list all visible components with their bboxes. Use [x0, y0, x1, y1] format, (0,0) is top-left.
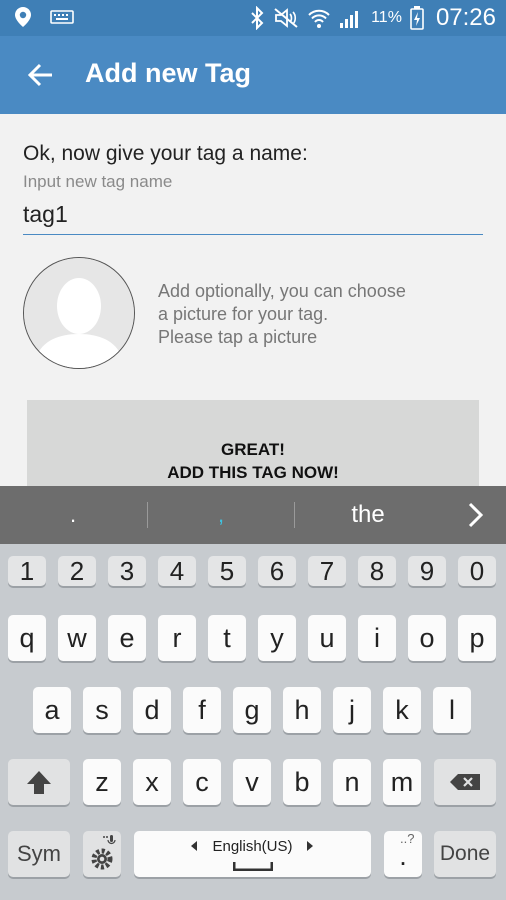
battery-charging-icon: [410, 6, 424, 30]
period-label: .: [399, 841, 407, 871]
key-0[interactable]: 0: [458, 556, 496, 586]
battery-percent: 11%: [371, 9, 402, 26]
wifi-icon: [308, 9, 330, 28]
suggestion-item[interactable]: the: [295, 486, 441, 544]
key-h[interactable]: h: [283, 687, 321, 733]
key-2[interactable]: 2: [58, 556, 96, 586]
key-y[interactable]: y: [258, 615, 296, 661]
key-l[interactable]: l: [433, 687, 471, 733]
settings-key[interactable]: [83, 831, 121, 877]
key-o[interactable]: o: [408, 615, 446, 661]
space-bar-icon: [233, 862, 273, 871]
shift-arrow-icon: [27, 771, 51, 794]
period-key[interactable]: ..? .: [384, 831, 422, 877]
key-n[interactable]: n: [333, 759, 371, 805]
suggestion-item[interactable]: ,: [148, 486, 294, 544]
key-c[interactable]: c: [183, 759, 221, 805]
keyboard-notification-icon: [50, 10, 74, 24]
add-tag-form: Ok, now give your tag a name: Input new …: [0, 114, 506, 486]
clock: 07:26: [435, 4, 496, 31]
key-g[interactable]: g: [233, 687, 271, 733]
language-right-arrow-icon: [307, 841, 313, 851]
key-q[interactable]: q: [8, 615, 46, 661]
key-r[interactable]: r: [158, 615, 196, 661]
key-u[interactable]: u: [308, 615, 346, 661]
mute-icon: [274, 8, 298, 28]
space-key[interactable]: English(US): [134, 831, 371, 877]
key-s[interactable]: s: [83, 687, 121, 733]
key-8[interactable]: 8: [358, 556, 396, 586]
key-i[interactable]: i: [358, 615, 396, 661]
backspace-icon: [450, 774, 480, 790]
gear-icon: [91, 835, 116, 870]
done-key[interactable]: Done: [434, 831, 496, 877]
add-tag-button[interactable]: GREAT! ADD THIS TAG NOW!: [27, 400, 479, 486]
key-w[interactable]: w: [58, 615, 96, 661]
key-z[interactable]: z: [83, 759, 121, 805]
picture-text-line: Please tap a picture: [158, 327, 318, 347]
key-9[interactable]: 9: [408, 556, 446, 586]
app-bar: Add new Tag: [0, 36, 506, 114]
key-d[interactable]: d: [133, 687, 171, 733]
key-e[interactable]: e: [108, 615, 146, 661]
suggestion-item[interactable]: .: [0, 486, 146, 544]
name-prompt: Ok, now give your tag a name:: [23, 142, 308, 165]
key-j[interactable]: j: [333, 687, 371, 733]
on-screen-keyboard: 1 2 3 4 5 6 7 8 9 0 q w e r t y u i o p …: [0, 544, 506, 900]
picture-text-line: a picture for your tag.: [158, 304, 329, 324]
location-pin-icon: [15, 7, 31, 27]
key-v[interactable]: v: [233, 759, 271, 805]
key-p[interactable]: p: [458, 615, 496, 661]
language-label: English(US): [212, 838, 293, 855]
tag-name-input[interactable]: tag1: [23, 198, 483, 235]
add-button-line: ADD THIS TAG NOW!: [167, 463, 339, 482]
key-5[interactable]: 5: [208, 556, 246, 586]
key-6[interactable]: 6: [258, 556, 296, 586]
key-x[interactable]: x: [133, 759, 171, 805]
back-arrow-icon[interactable]: [26, 60, 56, 90]
add-button-line: GREAT!: [221, 440, 285, 459]
suggestion-bar: . , the: [0, 486, 506, 544]
backspace-key[interactable]: [434, 759, 496, 805]
sym-key[interactable]: Sym: [8, 831, 70, 877]
bluetooth-icon: [251, 6, 264, 30]
status-bar: 11% 07:26: [0, 0, 506, 36]
page-title: Add new Tag: [85, 58, 251, 88]
signal-icon: [340, 11, 359, 28]
key-f[interactable]: f: [183, 687, 221, 733]
person-placeholder-icon: [24, 258, 134, 368]
key-4[interactable]: 4: [158, 556, 196, 586]
chevron-right-icon[interactable]: [460, 499, 492, 531]
key-k[interactable]: k: [383, 687, 421, 733]
key-b[interactable]: b: [283, 759, 321, 805]
shift-key[interactable]: [8, 759, 70, 805]
key-a[interactable]: a: [33, 687, 71, 733]
key-7[interactable]: 7: [308, 556, 346, 586]
key-t[interactable]: t: [208, 615, 246, 661]
tag-picture-picker[interactable]: [23, 257, 135, 369]
key-3[interactable]: 3: [108, 556, 146, 586]
key-m[interactable]: m: [383, 759, 421, 805]
picture-instructions: Add optionally, you can choose a picture…: [158, 280, 458, 349]
picture-text-line: Add optionally, you can choose: [158, 281, 406, 301]
key-1[interactable]: 1: [8, 556, 46, 586]
input-hint-label: Input new tag name: [23, 172, 173, 191]
